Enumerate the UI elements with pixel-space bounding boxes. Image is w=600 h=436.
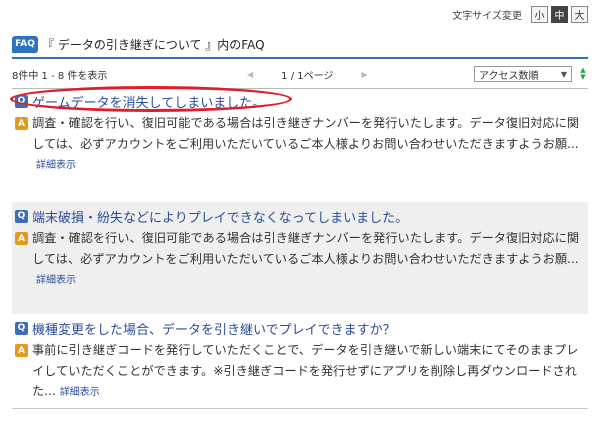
faq-answer: A 調査・確認を行い、復旧可能である場合は引き継ぎナンバーを発行いたします。デー… — [12, 113, 588, 177]
answer-text: 事前に引き継ぎコードを発行していただくことで、データを引き継いで新しい端末にてそ… — [32, 343, 579, 398]
faq-list-item: Q 端末破損・紛失などによりプレイできなくなってしまいました。 A 調査・確認を… — [12, 202, 588, 314]
next-page-icon[interactable]: ▶ — [361, 70, 367, 79]
answer-text: 調査・確認を行い、復旧可能である場合は引き継ぎナンバーを発行いたします。データ復… — [32, 116, 580, 151]
font-size-switcher: 文字サイズ変更 小 中 大 — [452, 4, 588, 24]
sort-order-toggle[interactable]: ▲ ▼ — [578, 67, 588, 81]
answer-text-block: 調査・確認を行い、復旧可能である場合は引き継ぎナンバーを発行いたします。データ復… — [32, 228, 587, 292]
highlight-circle — [10, 86, 292, 112]
font-size-large-button[interactable]: 大 — [571, 5, 588, 23]
page-indicator: 1 / 1ページ — [281, 70, 334, 82]
sort-select-value: アクセス数順 — [479, 70, 539, 82]
title-divider — [12, 57, 588, 59]
sort-select[interactable]: アクセス数順 ▼ — [474, 66, 572, 82]
faq-answer: A 調査・確認を行い、復旧可能である場合は引き継ぎナンバーを発行いたします。デー… — [12, 228, 588, 292]
font-size-small-button[interactable]: 小 — [531, 5, 548, 23]
faq-question[interactable]: Q 端末破損・紛失などによりプレイできなくなってしまいました。 — [12, 206, 588, 226]
font-size-medium-button[interactable]: 中 — [551, 5, 568, 23]
answer-icon: A — [15, 232, 28, 245]
result-count: 8件中 1 - 8 件を表示 — [12, 70, 108, 82]
question-icon: Q — [15, 321, 28, 335]
detail-link[interactable]: 詳細表示 — [36, 275, 76, 286]
answer-text-block: 事前に引き継ぎコードを発行していただくことで、データを引き継いで新しい端末にてそ… — [32, 340, 587, 404]
faq-answer: A 事前に引き継ぎコードを発行していただくことで、データを引き継いで新しい端末に… — [12, 340, 588, 404]
question-link[interactable]: 機種変更をした場合、データを引き継いでプレイできますか？ — [32, 319, 396, 338]
question-link[interactable]: 端末破損・紛失などによりプレイできなくなってしまいました。 — [32, 207, 408, 226]
chevron-down-icon: ▼ — [560, 69, 567, 79]
detail-link[interactable]: 詳細表示 — [60, 387, 100, 398]
list-bottom-divider — [12, 408, 588, 409]
answer-text-block: 調査・確認を行い、復旧可能である場合は引き継ぎナンバーを発行いたします。データ復… — [32, 113, 587, 177]
font-size-label: 文字サイズ変更 — [452, 10, 522, 22]
faq-icon: FAQ — [12, 35, 38, 53]
detail-link[interactable]: 詳細表示 — [36, 160, 76, 171]
pager-bar: 8件中 1 - 8 件を表示 ◀ 1 / 1ページ ▶ アクセス数順 ▼ ▲ ▼ — [12, 63, 588, 85]
page-header: FAQ 『 データの引き継ぎについて 』内のFAQ — [12, 33, 588, 55]
answer-icon: A — [15, 344, 28, 357]
faq-list-item: Q 機種変更をした場合、データを引き継いでプレイできますか？ A 事前に引き継ぎ… — [12, 318, 588, 406]
answer-icon: A — [15, 117, 28, 130]
faq-question[interactable]: Q 機種変更をした場合、データを引き継いでプレイできますか？ — [12, 318, 588, 338]
sort-descending-icon[interactable]: ▼ — [580, 74, 585, 81]
prev-page-icon[interactable]: ◀ — [247, 70, 253, 79]
answer-text: 調査・確認を行い、復旧可能である場合は引き継ぎナンバーを発行いたします。データ復… — [32, 231, 580, 266]
page-title: 『 データの引き継ぎについて 』内のFAQ — [42, 37, 265, 52]
question-icon: Q — [15, 209, 28, 223]
